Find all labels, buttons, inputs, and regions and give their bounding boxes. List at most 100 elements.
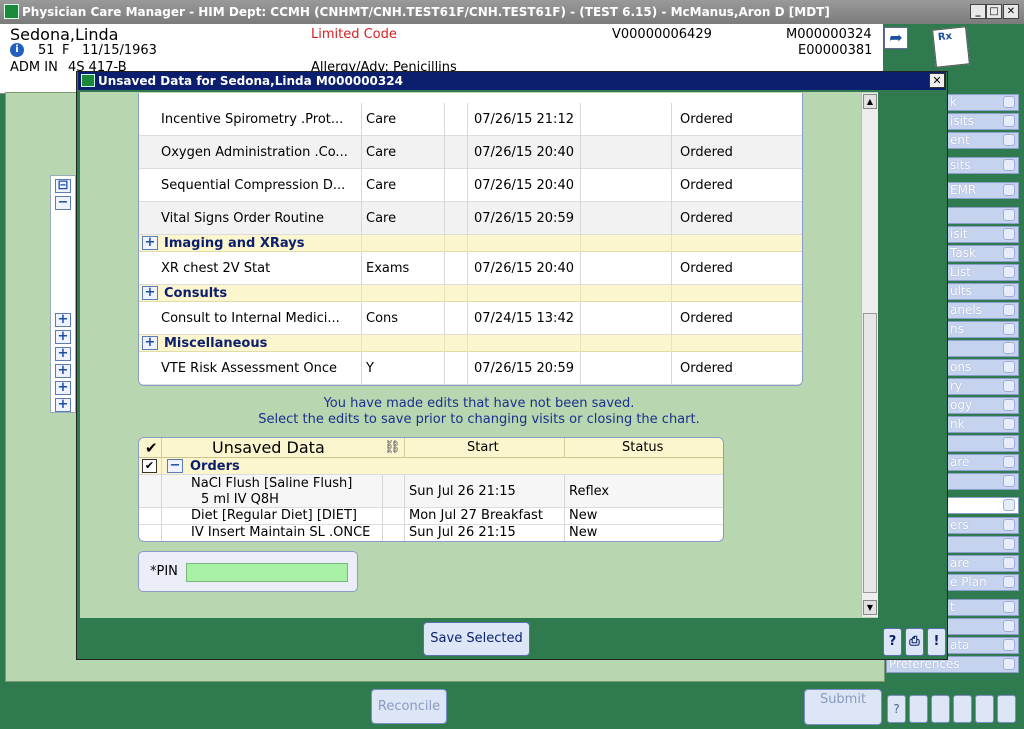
sidebar-item-icon <box>1003 228 1015 240</box>
sidebar-item[interactable] <box>947 618 1019 635</box>
sidebar-item[interactable] <box>947 473 1019 490</box>
sidebar-item[interactable]: ons <box>947 359 1019 376</box>
sidebar-item-icon <box>1003 134 1015 146</box>
submit-button[interactable]: Submit <box>804 689 882 725</box>
collapse-icon[interactable]: − <box>167 459 183 473</box>
unsaved-row[interactable]: IV Insert Maintain SL .ONCE Sun Jul 26 2… <box>139 525 723 541</box>
collapse-icon[interactable]: − <box>55 196 71 210</box>
order-status: Ordered <box>680 261 733 276</box>
order-row[interactable]: Oxygen Administration .Co... Care 07/26/15… <box>139 136 802 169</box>
exit-icon[interactable] <box>997 695 1016 723</box>
collapse-all-icon[interactable]: ⊟ <box>55 179 71 193</box>
column-divider <box>671 235 672 252</box>
dialog-close-button[interactable]: ✕ <box>929 73 945 88</box>
unsaved-row-status: Reflex <box>569 484 610 499</box>
order-row[interactable]: Sequential Compression D... Care 07/26/15 … <box>139 169 802 202</box>
sidebar-item[interactable]: ry <box>947 378 1019 395</box>
maximize-button[interactable]: □ <box>986 4 1002 19</box>
pin-input[interactable] <box>186 563 348 582</box>
scroll-up-arrow-icon[interactable]: ▲ <box>863 94 877 109</box>
scroll-down-arrow-icon[interactable]: ▼ <box>863 600 877 615</box>
save-selected-button[interactable]: Save Selected <box>423 622 530 656</box>
sidebar-item[interactable]: isit <box>947 226 1019 243</box>
order-flag <box>445 352 468 385</box>
order-row[interactable]: XR chest 2V Stat Exams 07/26/15 20:40 Order… <box>139 252 802 285</box>
sidebar-item[interactable]: are <box>947 555 1019 572</box>
lock-icon[interactable] <box>953 695 972 723</box>
expand-icon[interactable]: + <box>142 236 158 250</box>
sidebar-item[interactable]: nk <box>947 416 1019 433</box>
share-arrow-icon[interactable]: ➦ <box>884 27 908 49</box>
sidebar-item[interactable]: ers <box>947 517 1019 534</box>
prescription-icon[interactable]: Rx <box>932 26 970 68</box>
sidebar-item[interactable]: ata <box>947 637 1019 654</box>
scroll-thumb[interactable] <box>863 313 877 593</box>
expand-icon[interactable]: + <box>55 347 71 361</box>
expand-icon[interactable]: + <box>55 330 71 344</box>
order-name: VTE Risk Assessment Once <box>139 352 362 385</box>
sidebar-item[interactable] <box>947 536 1019 553</box>
order-category: Care <box>362 136 445 169</box>
unsaved-row[interactable]: NaCl Flush [Saline Flush] 5 ml IV Q8H Su… <box>139 475 723 508</box>
sidebar-item[interactable]: Task <box>947 245 1019 262</box>
sidebar-item[interactable]: ns <box>947 321 1019 338</box>
sidebar-item[interactable] <box>947 497 1019 514</box>
minimize-button[interactable]: _ <box>970 4 986 19</box>
sidebar-item[interactable]: are <box>947 454 1019 471</box>
unsaved-row-start: Sun Jul 26 21:15 <box>409 484 516 499</box>
sidebar-item[interactable]: ults <box>947 283 1019 300</box>
order-category: Y <box>362 352 445 385</box>
sidebar-item[interactable] <box>947 340 1019 357</box>
unsaved-row-name: Diet [Regular Diet] [DIET] <box>191 508 357 523</box>
sidebar-item[interactable] <box>947 435 1019 452</box>
group-checkbox[interactable]: ✔ <box>142 459 157 473</box>
close-window-button[interactable]: ✕ <box>1003 4 1019 19</box>
sidebar-item[interactable]: EMR <box>947 182 1019 199</box>
expand-icon[interactable]: + <box>55 364 71 378</box>
info-icon[interactable]: i <box>10 43 24 57</box>
tools-icon[interactable] <box>931 695 950 723</box>
reconcile-button[interactable]: Reconcile <box>371 689 447 724</box>
order-row[interactable]: Vital Signs Order Routine Care 07/26/15 20… <box>139 202 802 235</box>
order-group-row[interactable]: + Miscellaneous <box>139 335 802 352</box>
column-divider <box>444 335 445 352</box>
sidebar-item[interactable]: k <box>947 94 1019 111</box>
order-name: Incentive Spirometry .Prot... <box>139 103 362 136</box>
notes-icon[interactable] <box>975 695 994 723</box>
sidebar-item[interactable]: t <box>947 599 1019 616</box>
sidebar-item[interactable]: anels <box>947 302 1019 319</box>
link-icon[interactable]: ⛓ <box>384 438 401 458</box>
order-name: Sequential Compression D... <box>139 169 362 202</box>
sidebar-item[interactable]: ogy <box>947 397 1019 414</box>
dialog-alert-icon[interactable]: ! <box>927 628 946 656</box>
expand-icon[interactable]: + <box>142 286 158 300</box>
dialog-scrollbar[interactable]: ▲ ▼ <box>861 93 878 617</box>
order-category: Care <box>362 169 445 202</box>
sidebar-item-icon <box>1003 399 1015 411</box>
order-group-row[interactable]: + Imaging and XRays <box>139 235 802 252</box>
help-icon[interactable]: ? <box>887 695 906 723</box>
order-row[interactable]: VTE Risk Assessment Once Y 07/26/15 20:59 O… <box>139 352 802 385</box>
sidebar-item[interactable]: ent <box>947 132 1019 149</box>
dialog-help-icon[interactable]: ? <box>883 628 902 656</box>
print-icon[interactable] <box>909 695 928 723</box>
sidebar-item[interactable]: isits <box>947 113 1019 130</box>
expand-icon[interactable]: + <box>55 381 71 395</box>
sidebar-item-icon <box>1003 658 1015 670</box>
order-flag <box>445 169 468 202</box>
order-row[interactable]: Incentive Spirometry .Prot... Care 07/26/1… <box>139 103 802 136</box>
order-group-row[interactable]: + Consults <box>139 285 802 302</box>
order-row[interactable]: Consult to Internal Medici... Cons 07/24/1… <box>139 302 802 335</box>
sidebar-item[interactable]: e Plan <box>947 574 1019 591</box>
select-all-check-icon[interactable]: ✔ <box>145 438 158 458</box>
expand-icon[interactable]: + <box>55 313 71 327</box>
column-divider <box>671 335 672 352</box>
expand-icon[interactable]: + <box>142 336 158 350</box>
sidebar-item[interactable] <box>947 207 1019 224</box>
expand-icon[interactable]: + <box>55 398 71 412</box>
dialog-print-icon[interactable]: ⎙ <box>905 628 924 656</box>
orders-group-row[interactable]: ✔ − Orders <box>139 458 723 475</box>
sidebar-item[interactable]: sits <box>947 157 1019 174</box>
sidebar-item[interactable]: List <box>947 264 1019 281</box>
unsaved-row[interactable]: Diet [Regular Diet] [DIET] Mon Jul 27 Br… <box>139 508 723 525</box>
